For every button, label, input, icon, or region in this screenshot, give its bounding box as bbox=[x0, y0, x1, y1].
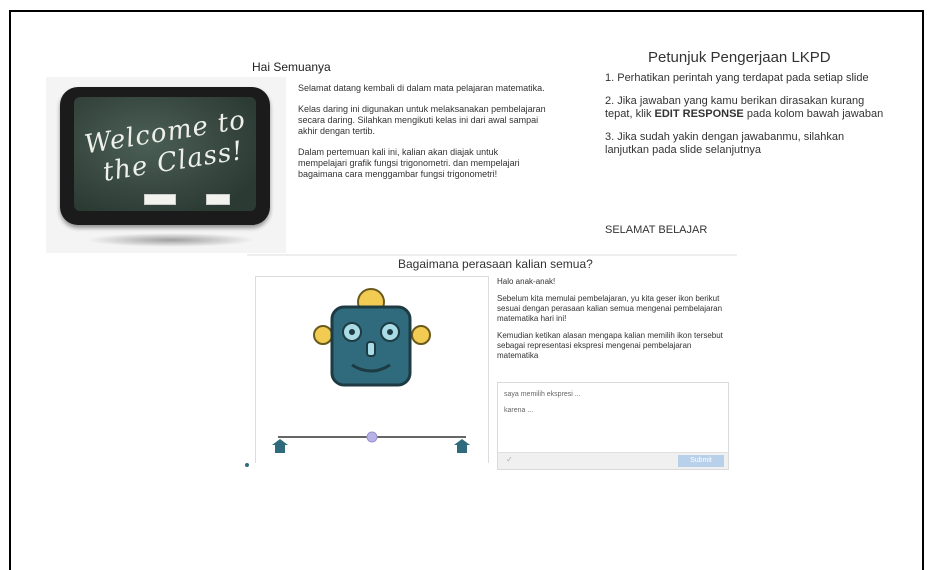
instruction-step-2: 2. Jika jawaban yang kamu berikan dirasa… bbox=[605, 95, 890, 121]
activity-paragraph-2: Sebelum kita memulai pembelajaran, yu ki… bbox=[497, 294, 723, 323]
instruction-step-3: 3. Jika sudah yakin dengan jawabanmu, si… bbox=[605, 131, 845, 156]
slider-left-marker-icon bbox=[272, 439, 288, 453]
robot-left-ear-icon bbox=[313, 325, 333, 345]
question-heading: Bagaimana perasaan kalian semua? bbox=[398, 257, 593, 271]
edit-response-keyword: EDIT RESPONSE bbox=[654, 108, 744, 120]
chalk-text: Welcome to the Class! bbox=[82, 104, 256, 190]
welcome-image: Welcome to the Class! bbox=[46, 77, 286, 253]
intro-paragraph-2: Kelas daring ini digunakan untuk melaksa… bbox=[298, 104, 546, 136]
eraser-left bbox=[144, 194, 176, 205]
robot-nose-icon bbox=[366, 341, 376, 357]
step-2-text-post: pada kolom bawah jawaban bbox=[743, 108, 884, 120]
intro-text: Selamat datang kembali di dalam mata pel… bbox=[298, 83, 546, 190]
board-shadow bbox=[86, 233, 256, 247]
closing-text: SELAMAT BELAJAR bbox=[605, 224, 708, 236]
submit-button[interactable]: Submit bbox=[678, 455, 724, 467]
section-divider bbox=[247, 254, 737, 256]
instructions-list: 1. Perhatikan perintah yang terdapat pad… bbox=[605, 72, 890, 167]
check-icon: ✓ bbox=[506, 455, 513, 464]
activity-paragraph-3: Kemudian ketikan alasan mengapa kalian m… bbox=[497, 331, 723, 360]
chalkboard-surface: Welcome to the Class! bbox=[74, 97, 256, 211]
intro-paragraph-1: Selamat datang kembali di dalam mata pel… bbox=[298, 83, 545, 93]
emotion-slider-handle bbox=[366, 431, 378, 443]
slider-right-marker-icon bbox=[454, 439, 470, 453]
robot-illustration bbox=[272, 288, 470, 453]
chalkboard: Welcome to the Class! bbox=[60, 87, 270, 225]
activity-instructions: Halo anak-anak! Sebelum kita memulai pem… bbox=[497, 277, 729, 368]
response-line-2: karena ... bbox=[504, 407, 534, 414]
instruction-step-1: 1. Perhatikan perintah yang terdapat pad… bbox=[605, 72, 869, 84]
response-line-1: saya memilih ekspresi ... bbox=[504, 391, 581, 398]
robot-right-ear-icon bbox=[411, 325, 431, 345]
response-footer: ✓ Submit bbox=[498, 452, 728, 469]
response-textarea[interactable]: saya memilih ekspresi ... karena ... ✓ S… bbox=[497, 382, 729, 470]
greeting-heading: Hai Semuanya bbox=[252, 60, 331, 74]
emotion-canvas[interactable] bbox=[255, 276, 489, 463]
activity-paragraph-1: Halo anak-anak! bbox=[497, 277, 556, 286]
eraser-right bbox=[206, 194, 230, 205]
instructions-title: Petunjuk Pengerjaan LKPD bbox=[648, 49, 831, 66]
intro-paragraph-3: Dalam pertemuan kali ini, kalian akan di… bbox=[298, 147, 520, 179]
corner-dot bbox=[245, 463, 249, 467]
